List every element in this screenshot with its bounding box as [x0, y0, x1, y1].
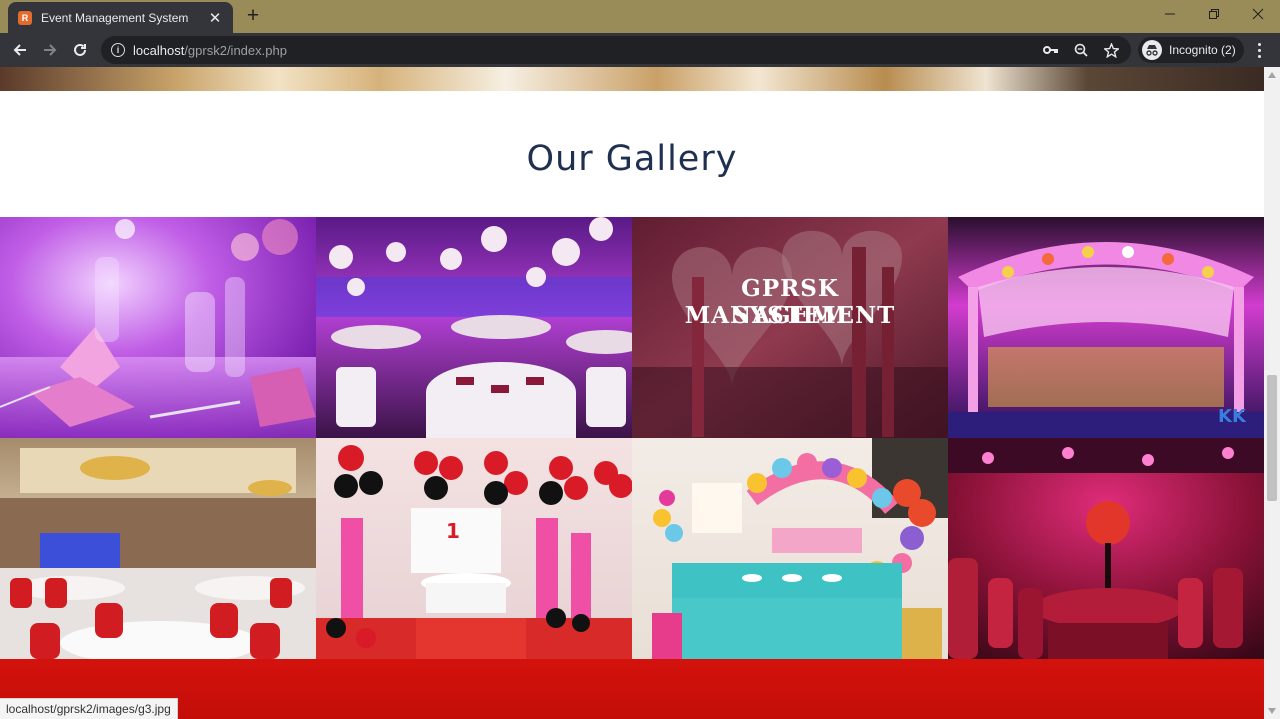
tab-close-icon[interactable]: ✕	[207, 9, 223, 27]
scroll-down-icon[interactable]	[1268, 707, 1276, 715]
gallery-caption-line2: SYSTEM	[732, 302, 848, 329]
gallery-image-g3[interactable]: GPRSK MANAGEMENT SYSTEM	[632, 217, 948, 438]
page-scrollbar[interactable]	[1264, 67, 1280, 719]
gallery-image-g4[interactable]: KK	[948, 217, 1264, 438]
incognito-profile-button[interactable]: Incognito (2)	[1138, 37, 1244, 63]
key-icon[interactable]	[1041, 41, 1061, 59]
svg-text:1: 1	[446, 519, 460, 543]
star-icon[interactable]	[1101, 41, 1121, 59]
browser-toolbar: i localhost/gprsk2/index.php Incognito (…	[0, 33, 1280, 67]
scroll-up-icon[interactable]	[1268, 71, 1276, 79]
browser-tab[interactable]: R Event Management System ✕	[8, 2, 233, 33]
gallery-image-g7[interactable]	[632, 438, 948, 659]
minimize-icon[interactable]	[1148, 0, 1192, 28]
info-icon[interactable]: i	[111, 43, 125, 57]
omnibox-actions	[1041, 41, 1121, 59]
gallery-image-g8[interactable]	[948, 438, 1264, 659]
gallery-grid: GPRSK MANAGEMENT SYSTEM KK 1	[0, 217, 1264, 659]
menu-icon[interactable]	[1249, 38, 1269, 62]
browser-titlebar: R Event Management System ✕ +	[0, 0, 1280, 33]
xampp-favicon-icon: R	[18, 10, 32, 25]
incognito-icon	[1142, 40, 1162, 60]
incognito-label: Incognito (2)	[1169, 43, 1236, 57]
new-tab-plus-icon[interactable]: +	[242, 5, 264, 27]
url-host: localhost	[133, 42, 185, 58]
back-icon[interactable]	[8, 38, 32, 62]
footer-red-band	[0, 659, 1264, 719]
close-icon[interactable]	[1236, 0, 1280, 28]
gallery-heading: Our Gallery	[526, 139, 738, 179]
hero-image-strip	[0, 67, 1264, 91]
gallery-image-g2[interactable]	[316, 217, 632, 438]
tab-title: Event Management System	[41, 10, 189, 25]
window-controls	[1148, 0, 1280, 30]
forward-icon[interactable]	[38, 38, 62, 62]
url-path: /gprsk2/index.php	[184, 42, 287, 58]
gallery-image-g1[interactable]	[0, 217, 316, 438]
gallery-image-g5[interactable]	[0, 438, 316, 659]
gallery-image-g6[interactable]: 1	[316, 438, 632, 659]
restore-icon[interactable]	[1192, 0, 1236, 28]
zoom-icon[interactable]	[1071, 41, 1091, 59]
status-bar-url: localhost/gprsk2/images/g3.jpg	[0, 698, 178, 719]
page-viewport: Our Gallery GPRSK MANAGEMENT SYSTEM KK 1	[0, 67, 1264, 719]
svg-text:KK: KK	[1218, 406, 1247, 427]
reload-icon[interactable]	[68, 38, 92, 62]
scroll-thumb[interactable]	[1267, 375, 1277, 501]
address-bar[interactable]: i localhost/gprsk2/index.php	[101, 36, 1131, 64]
